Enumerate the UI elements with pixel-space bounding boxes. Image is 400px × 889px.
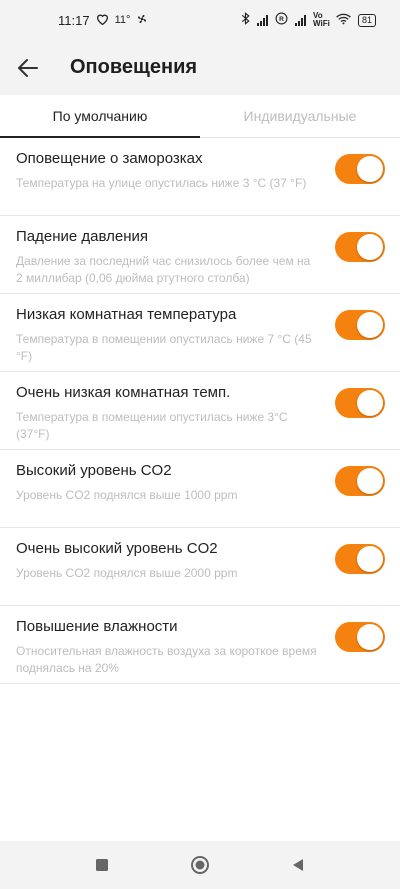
alert-title: Очень высокий уровень CO2 (16, 540, 218, 557)
list-item-frost-alert: Оповещение о заморозках Температура на у… (0, 138, 400, 216)
list-item-humidity-rise: Повышение влажности Относительная влажно… (0, 606, 400, 684)
tab-bar: По умолчанию Индивидуальные (0, 95, 400, 138)
app-bar: Оповещения (0, 40, 400, 95)
very-high-co2-toggle[interactable] (335, 544, 385, 574)
alert-title: Очень низкая комнатная темп. (16, 384, 231, 401)
status-bar: 11:17 11° R Vo WiFi 81 (0, 0, 400, 40)
toggle-knob (357, 390, 383, 416)
toggle-knob (357, 156, 383, 182)
alert-description: Уровень CO2 поднялся выше 1000 ppm (16, 488, 238, 502)
alert-title: Оповещение о заморозках (16, 150, 203, 167)
bluetooth-icon (241, 12, 250, 28)
back-arrow-icon[interactable] (16, 56, 40, 80)
signal-icon-2 (294, 14, 306, 26)
system-nav-bar (0, 841, 400, 889)
toggle-knob (357, 468, 383, 494)
frost-alert-toggle[interactable] (335, 154, 385, 184)
page-title: Оповещения (70, 56, 198, 78)
toggle-knob (357, 234, 383, 260)
back-triangle-icon[interactable] (288, 855, 308, 875)
tab-default[interactable]: По умолчанию (0, 95, 200, 138)
low-room-temp-toggle[interactable] (335, 310, 385, 340)
alert-title: Низкая комнатная температура (16, 306, 237, 323)
toggle-knob (357, 312, 383, 338)
high-co2-toggle[interactable] (335, 466, 385, 496)
pressure-drop-toggle[interactable] (335, 232, 385, 262)
alert-description: Уровень CO2 поднялся выше 2000 ppm (16, 566, 238, 580)
home-circle-icon[interactable] (190, 855, 210, 875)
tab-individual-label: Индивидуальные (243, 108, 357, 124)
alert-title: Повышение влажности (16, 618, 178, 635)
vowifi-label: Vo WiFi (312, 11, 330, 28)
status-right: R Vo WiFi 81 (241, 12, 376, 28)
alert-title: Падение давления (16, 228, 148, 245)
heart-icon (96, 13, 109, 28)
list-item-very-low-room-temp: Очень низкая комнатная темп. Температура… (0, 372, 400, 450)
list-item-low-room-temp: Низкая комнатная температура Температура… (0, 294, 400, 372)
status-temperature: 11° (114, 14, 131, 26)
list-item-high-co2: Высокий уровень CO2 Уровень CO2 поднялся… (0, 450, 400, 528)
fan-icon (136, 13, 148, 28)
tab-default-label: По умолчанию (52, 108, 148, 124)
alert-description: Температура в помещении опустилась ниже … (16, 332, 312, 363)
toggle-knob (357, 624, 383, 650)
alert-title: Высокий уровень CO2 (16, 462, 172, 479)
svg-text:R: R (279, 16, 284, 23)
wifi-icon (336, 13, 351, 28)
roaming-icon: R (275, 12, 288, 28)
humidity-rise-toggle[interactable] (335, 622, 385, 652)
alert-description: Давление за последний час снизилось боле… (16, 254, 311, 285)
signal-icon-1 (256, 14, 268, 26)
list-item-very-high-co2: Очень высокий уровень CO2 Уровень CO2 по… (0, 528, 400, 606)
recents-square-icon[interactable] (92, 855, 112, 875)
battery-indicator: 81 (357, 13, 376, 27)
alert-description: Температура в помещении опустилась ниже … (16, 410, 288, 441)
alert-list: Оповещение о заморозках Температура на у… (0, 138, 400, 684)
tab-individual[interactable]: Индивидуальные (200, 95, 400, 137)
very-low-room-temp-toggle[interactable] (335, 388, 385, 418)
status-left: 11:17 11° (58, 13, 148, 28)
alert-description: Относительная влажность воздуха за корот… (16, 644, 317, 675)
toggle-knob (357, 546, 383, 572)
status-time: 11:17 (58, 12, 90, 28)
list-item-pressure-drop: Падение давления Давление за последний ч… (0, 216, 400, 294)
alert-description: Температура на улице опустилась ниже 3 °… (16, 176, 307, 190)
